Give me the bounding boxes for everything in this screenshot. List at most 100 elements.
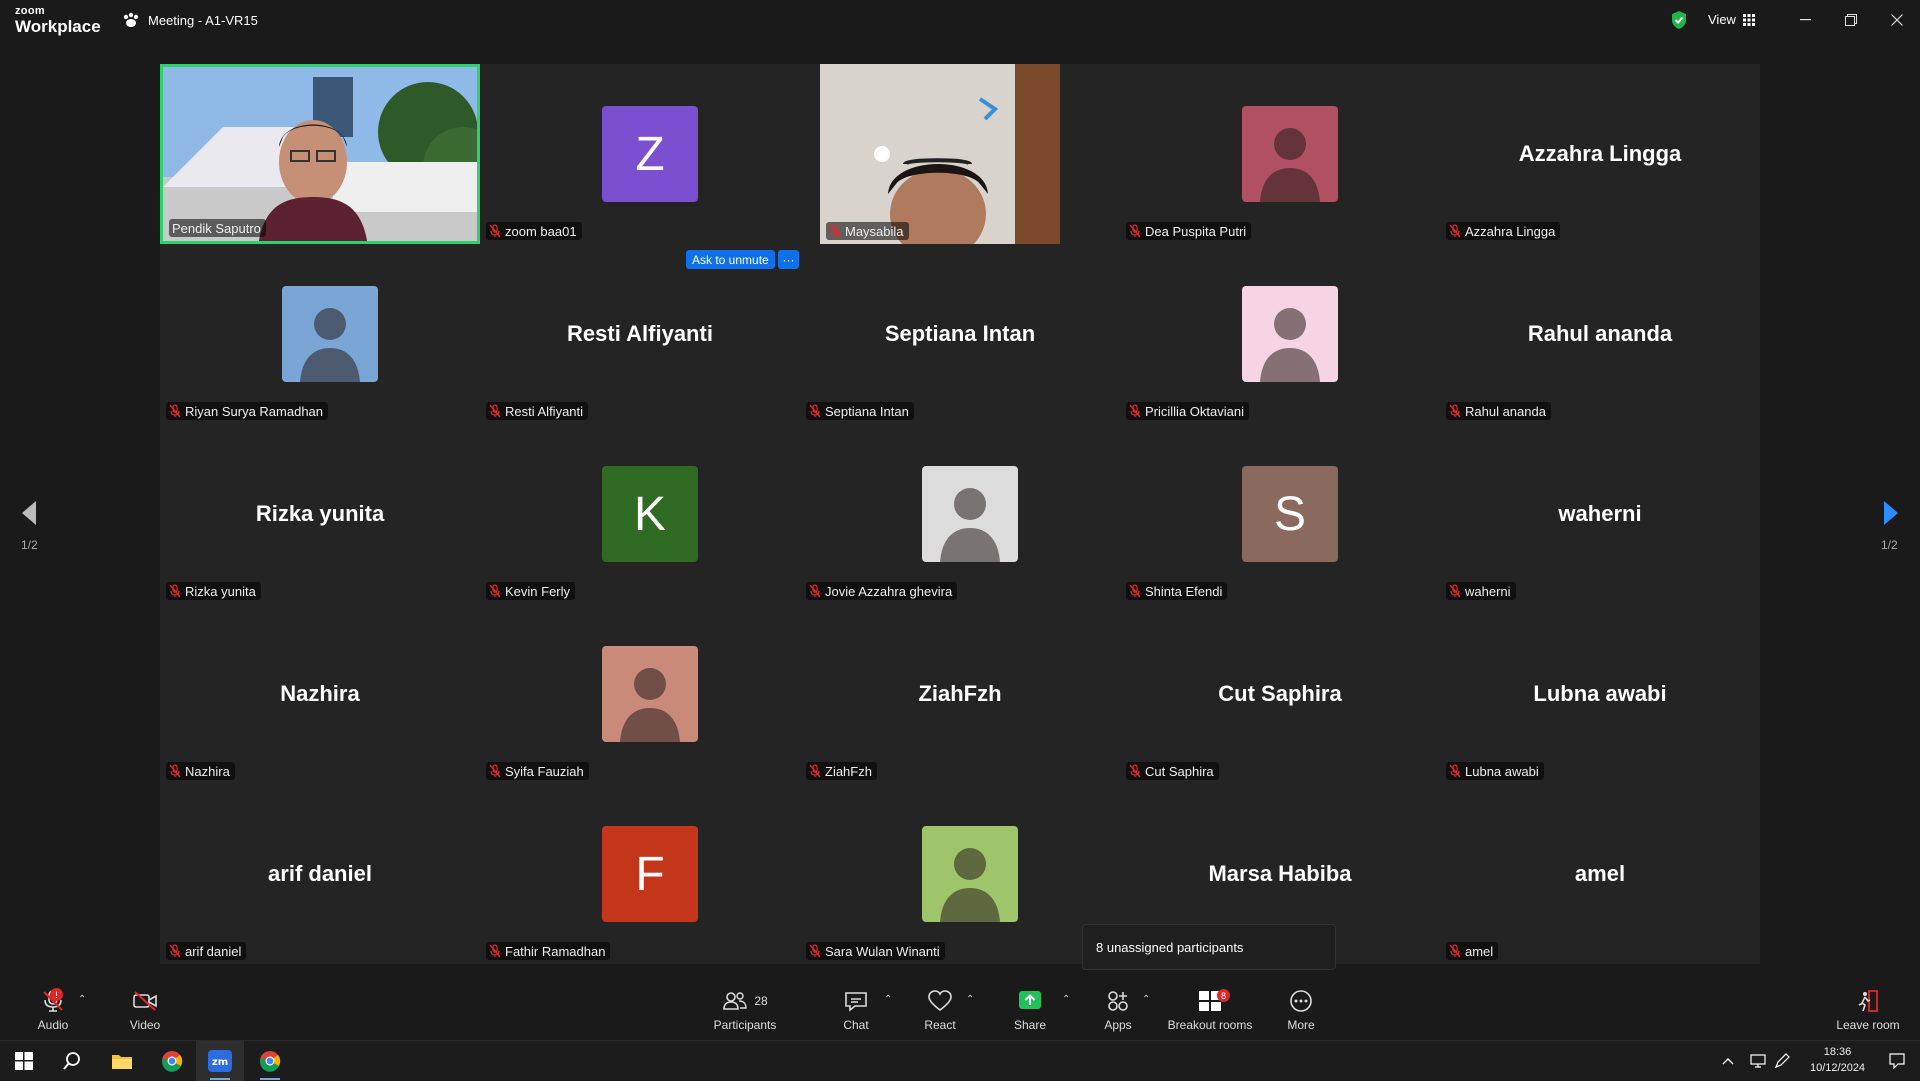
participant-tile[interactable]: Maysabila — [820, 64, 1060, 244]
pen-icon — [1774, 1053, 1790, 1069]
participant-name-label: Azzahra Lingga — [1446, 222, 1561, 240]
ask-to-unmute-button[interactable]: Ask to unmute — [686, 250, 775, 269]
profile-photo — [1242, 106, 1338, 202]
participant-tile[interactable]: F Fathir Ramadhan — [480, 784, 800, 964]
video-camera-off-icon — [133, 991, 157, 1011]
title-bar: zoom Workplace Meeting - A1-VR15 View — [0, 0, 1920, 44]
network-icon — [1750, 1054, 1766, 1068]
participant-tile[interactable]: Riyan Surya Ramadhan — [160, 244, 480, 424]
participant-name: Riyan Surya Ramadhan — [185, 403, 324, 419]
profile-photo-image — [922, 826, 1018, 922]
chat-button[interactable]: Chat — [836, 980, 876, 1040]
participant-tile[interactable]: Jovie Azzahra ghevira — [800, 424, 1120, 604]
search-button[interactable] — [48, 1041, 96, 1081]
meeting-toolbar: Audio ! ⌃ Video 28 Participants Chat ⌃ R… — [0, 980, 1920, 1040]
leave-room-icon — [1858, 990, 1878, 1012]
participant-tile[interactable]: Azzahra Lingga Azzahra Lingga — [1440, 64, 1760, 244]
more-button[interactable]: More — [1285, 980, 1317, 1040]
file-explorer-button[interactable] — [98, 1041, 146, 1081]
participant-tile[interactable]: Zzoom baa01 — [480, 64, 800, 244]
zoom-taskbar-button[interactable]: zm — [196, 1041, 244, 1081]
participant-tile[interactable]: K Kevin Ferly — [480, 424, 800, 604]
view-button[interactable]: View — [1708, 12, 1755, 27]
audio-options-caret-icon[interactable]: ⌃ — [78, 994, 86, 1005]
tray-chevron-up-icon — [1722, 1058, 1734, 1065]
video-button[interactable]: Video — [124, 980, 166, 1040]
participant-name-label: Maysabila — [826, 222, 909, 240]
participant-tile[interactable]: Resti Alfiyanti Resti Alfiyanti — [480, 244, 800, 424]
apps-button[interactable]: Apps — [1100, 980, 1136, 1040]
page-indicator-right: 1/2 — [1881, 538, 1898, 552]
participant-name: arif daniel — [185, 943, 242, 959]
pen-tray[interactable] — [1768, 1041, 1796, 1081]
apps-options-caret-icon[interactable]: ⌃ — [1142, 994, 1150, 1005]
clock-time: 18:36 — [1823, 1046, 1852, 1058]
participant-tile[interactable]: Cut Saphira Cut Saphira — [1120, 604, 1440, 784]
start-button[interactable] — [0, 1041, 48, 1081]
muted-mic-icon — [1129, 584, 1141, 598]
notification-center-button[interactable] — [1878, 1041, 1916, 1081]
profile-photo — [922, 466, 1018, 562]
participant-tile[interactable]: Pendik Saputro — [160, 64, 480, 244]
participants-button[interactable]: 28 Participants — [710, 980, 780, 1040]
share-options-caret-icon[interactable]: ⌃ — [1062, 994, 1070, 1005]
page-indicator-left: 1/2 — [21, 538, 38, 552]
close-button[interactable] — [1882, 8, 1912, 32]
participant-display-name: Azzahra Lingga — [1518, 141, 1682, 166]
participant-name: amel — [1465, 943, 1494, 959]
meeting-info[interactable]: Meeting - A1-VR15 — [122, 12, 258, 28]
next-page-arrow-icon[interactable] — [1878, 498, 1902, 528]
logo-line1: zoom — [15, 5, 45, 17]
react-label: React — [924, 1018, 956, 1032]
video-feed-image — [163, 67, 477, 241]
chrome-taskbar-button[interactable] — [148, 1041, 196, 1081]
participant-tile[interactable]: Syifa Fauziah — [480, 604, 800, 784]
restore-button[interactable] — [1836, 8, 1866, 32]
participant-tile[interactable]: Pricillia Oktaviani — [1120, 244, 1440, 424]
participant-name-label: Sara Wulan Winanti — [806, 942, 945, 960]
chat-bubble-icon — [845, 992, 867, 1012]
muted-mic-icon — [809, 584, 821, 598]
participant-display-name: waherni — [1558, 501, 1642, 526]
participant-tile[interactable]: Nazhira Nazhira — [160, 604, 480, 784]
previous-page-arrow-icon[interactable] — [18, 498, 42, 528]
muted-mic-icon — [829, 224, 841, 238]
participant-name-label: ZiahFzh — [806, 762, 877, 780]
breakout-rooms-button[interactable]: Breakout rooms — [1165, 980, 1255, 1040]
participant-name-label: Fathir Ramadhan — [486, 942, 611, 960]
security-shield-icon[interactable] — [1670, 10, 1688, 30]
participant-tile[interactable]: ZiahFzh ZiahFzh — [800, 604, 1120, 784]
participant-name-label: Cut Saphira — [1126, 762, 1219, 780]
taskbar-clock[interactable]: 18:36 10/12/2024 — [1810, 1044, 1865, 1076]
participant-tile[interactable]: Dea Puspita Putri — [1120, 64, 1440, 244]
participant-tile[interactable]: Rizka yunita Rizka yunita — [160, 424, 480, 604]
participant-tile[interactable]: arif daniel arif daniel — [160, 784, 480, 964]
participant-name-label: amel — [1446, 942, 1499, 960]
minimize-button[interactable] — [1790, 8, 1820, 32]
react-options-caret-icon[interactable]: ⌃ — [966, 994, 974, 1005]
participant-tile[interactable]: Rahul ananda Rahul ananda — [1440, 244, 1760, 424]
participant-name: Syifa Fauziah — [505, 763, 584, 779]
participant-tile[interactable]: Sara Wulan Winanti — [800, 784, 1120, 964]
participant-tile[interactable]: amel amel — [1440, 784, 1760, 964]
participant-tile[interactable]: Lubna awabi Lubna awabi — [1440, 604, 1760, 784]
participant-name: Fathir Ramadhan — [505, 943, 606, 959]
participant-name-label: Shinta Efendi — [1126, 582, 1228, 600]
participant-name-label: arif daniel — [166, 942, 247, 960]
participant-name: ZiahFzh — [825, 763, 872, 779]
participant-name-label: Dea Puspita Putri — [1126, 222, 1252, 240]
leave-room-button[interactable]: Leave room — [1836, 980, 1900, 1040]
participant-tile[interactable]: Septiana Intan Septiana Intan — [800, 244, 1120, 424]
tile-more-options-button[interactable]: ··· — [778, 250, 799, 269]
chrome-icon — [162, 1051, 183, 1072]
chrome-active-taskbar-button[interactable] — [246, 1041, 294, 1081]
windows-taskbar: zm 18:36 10/12/2024 — [0, 1040, 1920, 1081]
chat-options-caret-icon[interactable]: ⌃ — [884, 994, 892, 1005]
participant-name: Pendik Saputro — [172, 220, 261, 236]
participant-tile[interactable]: waherni waherni — [1440, 424, 1760, 604]
react-button[interactable]: React — [920, 980, 960, 1040]
participant-name: Septiana Intan — [825, 403, 909, 419]
share-button[interactable]: Share — [1010, 980, 1050, 1040]
letter-avatar: S — [1242, 466, 1338, 562]
participant-tile[interactable]: S Shinta Efendi — [1120, 424, 1440, 604]
